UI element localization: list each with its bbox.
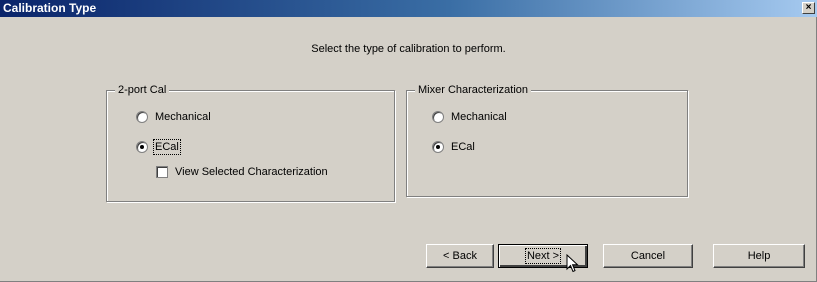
- close-icon: ×: [805, 2, 812, 13]
- two-port-mechanical-label: Mechanical: [155, 111, 211, 123]
- help-button-label: Help: [747, 250, 771, 262]
- view-selected-characterization-label: View Selected Characterization: [175, 166, 328, 178]
- mouse-pointer-icon: [566, 254, 579, 273]
- cancel-button-label: Cancel: [630, 250, 666, 262]
- two-port-ecal-label: ECal: [153, 139, 181, 155]
- calibration-type-dialog: Calibration Type × Select the type of ca…: [0, 0, 817, 282]
- radio-checked-icon: [432, 141, 444, 153]
- radio-unchecked-icon: [432, 111, 444, 123]
- two-port-cal-group: 2-port Cal Mechanical ECal View Selected…: [106, 83, 395, 202]
- mixer-ecal-radio[interactable]: ECal: [432, 141, 475, 153]
- instruction-text: Select the type of calibration to perfor…: [311, 43, 506, 55]
- close-button[interactable]: ×: [802, 2, 815, 14]
- title-bar[interactable]: Calibration Type ×: [0, 0, 817, 17]
- two-port-ecal-radio[interactable]: ECal: [136, 139, 181, 155]
- two-port-cal-group-title: 2-port Cal: [115, 83, 170, 97]
- checkbox-unchecked-icon: [156, 166, 168, 178]
- view-selected-characterization-checkbox[interactable]: View Selected Characterization: [156, 166, 328, 178]
- back-button-label: < Back: [443, 250, 477, 262]
- mixer-characterization-group-title: Mixer Characterization: [415, 83, 532, 97]
- next-button-label: Next >: [524, 248, 562, 264]
- radio-checked-icon: [136, 141, 148, 153]
- radio-unchecked-icon: [136, 111, 148, 123]
- back-button[interactable]: < Back: [426, 244, 494, 268]
- mixer-mechanical-label: Mechanical: [451, 111, 507, 123]
- help-button[interactable]: Help: [713, 244, 805, 268]
- window-title: Calibration Type: [3, 1, 97, 15]
- two-port-mechanical-radio[interactable]: Mechanical: [136, 111, 211, 123]
- mixer-ecal-label: ECal: [451, 141, 475, 153]
- mixer-characterization-group: Mixer Characterization Mechanical ECal: [406, 83, 688, 197]
- mixer-mechanical-radio[interactable]: Mechanical: [432, 111, 507, 123]
- cancel-button[interactable]: Cancel: [603, 244, 693, 268]
